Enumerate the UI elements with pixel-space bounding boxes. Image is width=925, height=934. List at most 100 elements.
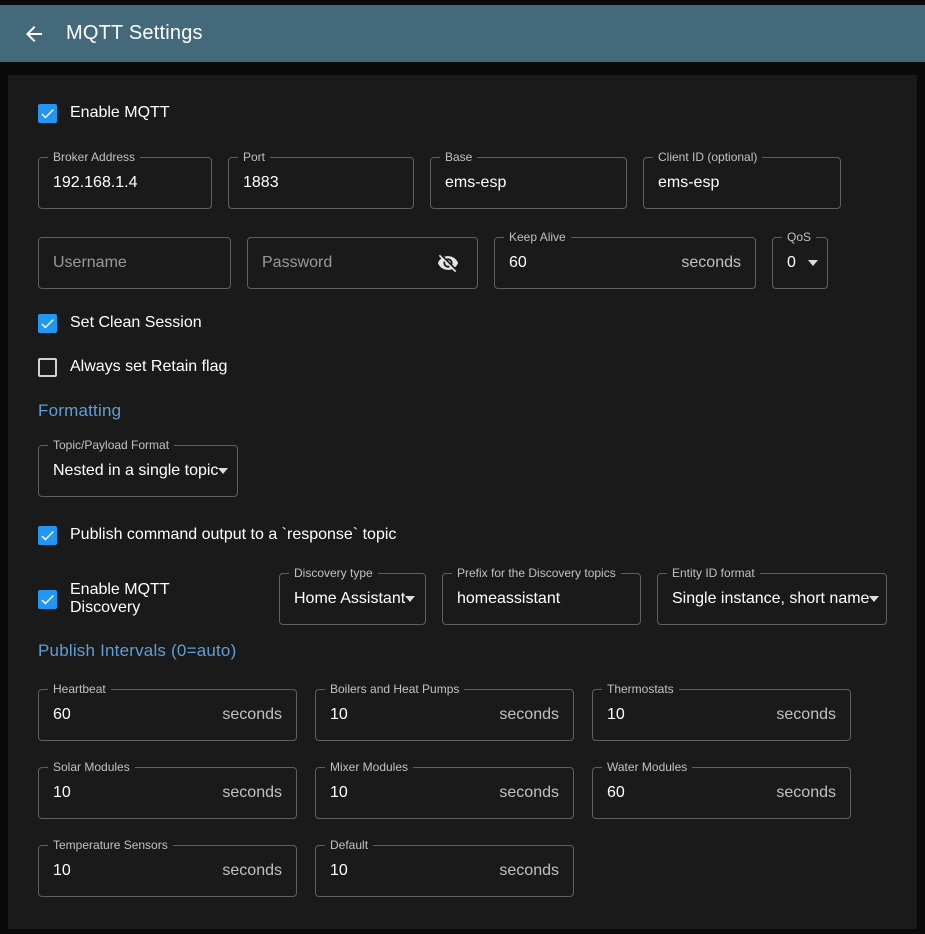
credentials-fields-row: Keep Alive seconds QoS 0 [38, 237, 887, 289]
field-label: Discovery type [289, 567, 378, 580]
base-input[interactable] [445, 174, 612, 192]
field-label: QoS [782, 231, 816, 244]
publish-intervals-grid: Heartbeat seconds Boilers and Heat Pumps… [38, 689, 887, 897]
back-button[interactable] [14, 14, 54, 54]
entity-id-format-select[interactable]: Entity ID format Single instance, short … [657, 573, 887, 625]
field-label: Topic/Payload Format [48, 439, 174, 452]
select-value: Nested in a single topic [53, 462, 218, 480]
toggle-password-visibility-button[interactable] [433, 248, 463, 278]
password-field[interactable] [247, 237, 478, 289]
select-value: Single instance, short name [672, 590, 869, 608]
broker-address-input[interactable] [53, 174, 197, 192]
unit-suffix: seconds [222, 784, 282, 802]
check-icon [39, 105, 56, 122]
heartbeat-interval-input[interactable] [53, 706, 214, 724]
field-label: Mixer Modules [325, 761, 413, 774]
checkbox-checked-icon[interactable] [38, 314, 57, 333]
arrow-back-icon [22, 22, 46, 46]
dropdown-arrow-icon [869, 596, 879, 602]
app-bar: MQTT Settings [0, 5, 925, 62]
mixer-interval-input[interactable] [330, 784, 491, 802]
settings-panel: Enable MQTT Broker Address Port Base Cli… [8, 75, 917, 929]
unit-suffix: seconds [681, 254, 741, 272]
field-label: Client ID (optional) [653, 151, 762, 164]
default-interval-input[interactable] [330, 862, 491, 880]
field-label: Thermostats [602, 683, 679, 696]
discovery-prefix-field[interactable]: Prefix for the Discovery topics [442, 573, 641, 625]
set-clean-session-checkbox[interactable]: Set Clean Session [38, 311, 202, 335]
keep-alive-field[interactable]: Keep Alive seconds [494, 237, 756, 289]
keep-alive-input[interactable] [509, 254, 673, 272]
enable-mqtt-checkbox[interactable]: Enable MQTT [38, 101, 170, 125]
dropdown-arrow-icon [808, 260, 818, 266]
dropdown-arrow-icon [405, 596, 415, 602]
discovery-row: Enable MQTT Discovery Discovery type Hom… [38, 573, 887, 625]
checkbox-checked-icon[interactable] [38, 590, 57, 609]
thermostats-interval-input[interactable] [607, 706, 768, 724]
field-label: Entity ID format [667, 567, 760, 580]
default-interval-field[interactable]: Default seconds [315, 845, 574, 897]
field-label: Default [325, 839, 373, 852]
check-icon [39, 315, 56, 332]
check-icon [39, 591, 56, 608]
discovery-type-select[interactable]: Discovery type Home Assistant [279, 573, 426, 625]
checkbox-checked-icon[interactable] [38, 104, 57, 123]
page-title: MQTT Settings [66, 22, 203, 45]
checkbox-label: Enable MQTT [70, 104, 170, 122]
broker-address-field[interactable]: Broker Address [38, 157, 212, 209]
unit-suffix: seconds [222, 706, 282, 724]
select-value: Home Assistant [294, 590, 405, 608]
field-label: Base [440, 151, 477, 164]
client-id-field[interactable]: Client ID (optional) [643, 157, 841, 209]
unit-suffix: seconds [499, 862, 559, 880]
publish-response-checkbox[interactable]: Publish command output to a `response` t… [38, 523, 396, 547]
check-icon [39, 527, 56, 544]
field-label: Prefix for the Discovery topics [452, 567, 621, 580]
checkbox-label: Set Clean Session [70, 314, 202, 332]
password-input[interactable] [262, 254, 433, 272]
dropdown-arrow-icon [218, 468, 228, 474]
qos-select[interactable]: QoS 0 [772, 237, 828, 289]
visibility-off-icon [437, 252, 459, 274]
field-label: Boilers and Heat Pumps [325, 683, 464, 696]
base-field[interactable]: Base [430, 157, 627, 209]
checkbox-label: Always set Retain flag [70, 358, 227, 376]
port-field[interactable]: Port [228, 157, 414, 209]
temperature-sensors-interval-field[interactable]: Temperature Sensors seconds [38, 845, 297, 897]
checkbox-unchecked-icon[interactable] [38, 358, 57, 377]
water-interval-field[interactable]: Water Modules seconds [592, 767, 851, 819]
checkbox-label: Enable MQTT Discovery [70, 581, 239, 617]
unit-suffix: seconds [499, 784, 559, 802]
discovery-prefix-input[interactable] [457, 590, 626, 608]
thermostats-interval-field[interactable]: Thermostats seconds [592, 689, 851, 741]
checkbox-checked-icon[interactable] [38, 526, 57, 545]
port-input[interactable] [243, 174, 399, 192]
enable-discovery-checkbox[interactable]: Enable MQTT Discovery [38, 581, 239, 617]
connection-fields-row: Broker Address Port Base Client ID (opti… [38, 157, 887, 209]
solar-interval-field[interactable]: Solar Modules seconds [38, 767, 297, 819]
field-label: Heartbeat [48, 683, 111, 696]
client-id-input[interactable] [658, 174, 826, 192]
boilers-interval-input[interactable] [330, 706, 491, 724]
boilers-interval-field[interactable]: Boilers and Heat Pumps seconds [315, 689, 574, 741]
unit-suffix: seconds [499, 706, 559, 724]
section-heading-publish-intervals: Publish Intervals (0=auto) [38, 641, 887, 661]
unit-suffix: seconds [222, 862, 282, 880]
select-value: 0 [787, 254, 796, 272]
solar-interval-input[interactable] [53, 784, 214, 802]
water-interval-input[interactable] [607, 784, 768, 802]
unit-suffix: seconds [776, 784, 836, 802]
username-field[interactable] [38, 237, 231, 289]
field-label: Port [238, 151, 270, 164]
heartbeat-interval-field[interactable]: Heartbeat seconds [38, 689, 297, 741]
section-heading-formatting: Formatting [38, 401, 887, 421]
topic-format-select[interactable]: Topic/Payload Format Nested in a single … [38, 445, 238, 497]
temperature-sensors-interval-input[interactable] [53, 862, 214, 880]
field-label: Solar Modules [48, 761, 135, 774]
username-input[interactable] [53, 254, 216, 272]
field-label: Water Modules [602, 761, 692, 774]
field-label: Keep Alive [504, 231, 571, 244]
mixer-interval-field[interactable]: Mixer Modules seconds [315, 767, 574, 819]
retain-flag-checkbox[interactable]: Always set Retain flag [38, 355, 227, 379]
field-label: Broker Address [48, 151, 140, 164]
